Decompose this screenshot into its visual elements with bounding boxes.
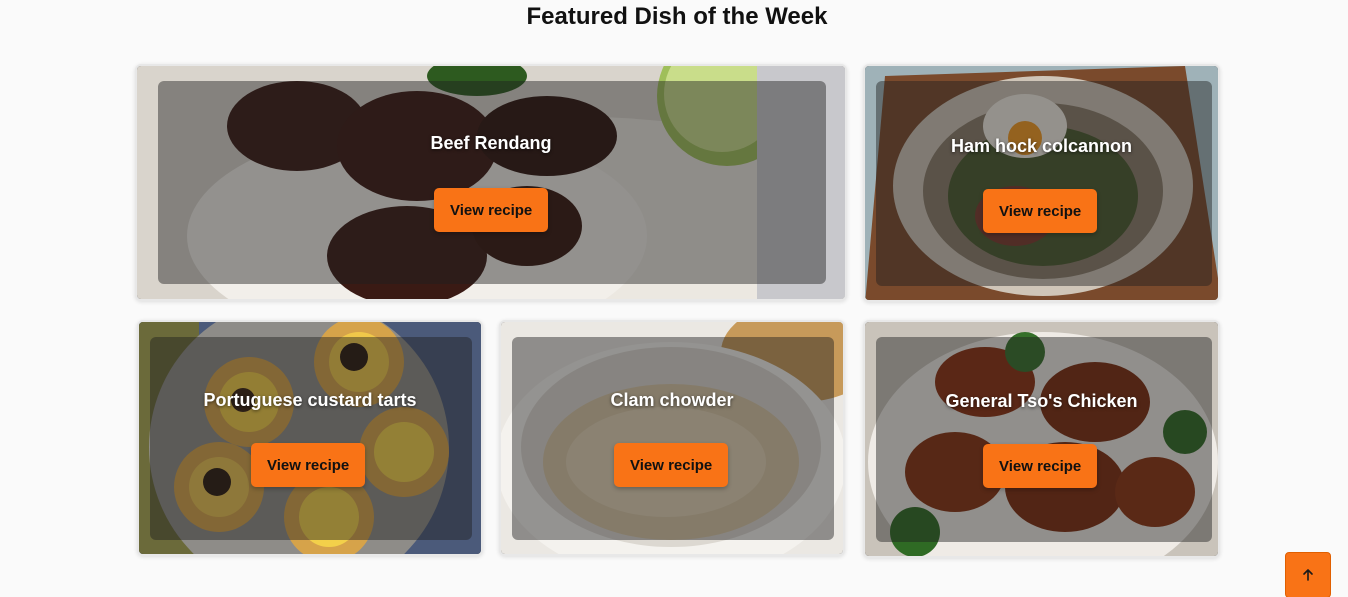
- card-overlay: [876, 81, 1212, 286]
- card-overlay: [876, 337, 1212, 542]
- recipe-card-portuguese-custard-tarts[interactable]: Portuguese custard tarts View recipe: [137, 320, 483, 556]
- card-title: Ham hock colcannon: [950, 136, 1133, 156]
- recipe-card-general-tsos-chicken[interactable]: General Tso's Chicken View recipe: [863, 320, 1220, 558]
- recipe-card-clam-chowder[interactable]: Clam chowder View recipe: [499, 320, 845, 556]
- card-overlay: [150, 337, 472, 540]
- scroll-to-top-button[interactable]: [1285, 552, 1331, 597]
- view-recipe-button[interactable]: View recipe: [983, 444, 1098, 488]
- card-title: Beef Rendang: [430, 133, 552, 153]
- card-title: Clam chowder: [610, 390, 734, 410]
- view-recipe-button[interactable]: View recipe: [434, 188, 549, 232]
- arrow-up-icon: [1303, 569, 1313, 581]
- card-title: Portuguese custard tarts: [203, 390, 417, 410]
- view-recipe-button[interactable]: View recipe: [983, 189, 1098, 233]
- card-overlay: [158, 81, 826, 284]
- card-title: General Tso's Chicken: [945, 391, 1138, 411]
- card-overlay: [512, 337, 834, 540]
- page-title: Featured Dish of the Week: [526, 3, 828, 30]
- recipe-card-ham-hock-colcannon[interactable]: Ham hock colcannon View recipe: [863, 64, 1220, 302]
- view-recipe-button[interactable]: View recipe: [251, 443, 366, 487]
- recipe-card-beef-rendang[interactable]: Beef Rendang View recipe: [135, 64, 847, 301]
- view-recipe-button[interactable]: View recipe: [614, 443, 729, 487]
